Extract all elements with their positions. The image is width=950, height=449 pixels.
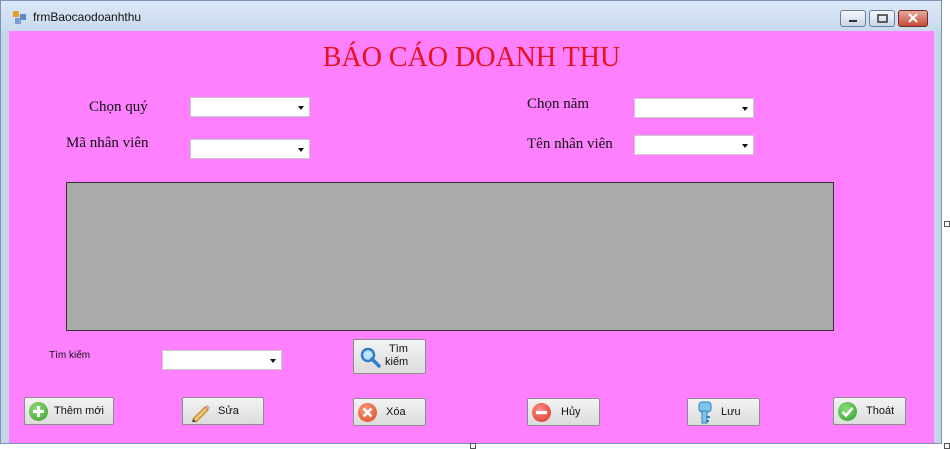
- year-label: Chọn năm: [527, 96, 590, 112]
- minus-icon: [532, 403, 551, 422]
- page-title: BÁO CÁO DOANH THU: [322, 42, 621, 73]
- search-button-label-line1: Tìm: [389, 343, 408, 355]
- employee-id-combobox[interactable]: [190, 139, 310, 159]
- search-combobox[interactable]: [162, 350, 282, 370]
- close-button[interactable]: [898, 10, 928, 27]
- edit-button[interactable]: Sửa: [182, 397, 264, 425]
- delete-button-label: Xóa: [386, 406, 406, 418]
- exit-button[interactable]: Thoát: [833, 397, 906, 425]
- maximize-button[interactable]: [869, 10, 895, 27]
- cancel-button[interactable]: Hủy: [527, 398, 600, 426]
- add-button-label: Thêm mới: [54, 405, 104, 417]
- quarter-combobox[interactable]: [190, 97, 310, 117]
- search-button[interactable]: Tìm kiếm: [353, 339, 426, 374]
- restore-icon: [877, 14, 888, 23]
- chevron-down-icon: [742, 144, 748, 148]
- save-button-label: Lưu: [721, 406, 741, 418]
- resize-handle[interactable]: [944, 221, 950, 227]
- save-button[interactable]: Lưu: [687, 398, 760, 426]
- employee-id-label: Mã nhân viên: [66, 135, 149, 151]
- search-label: Tìm kiếm: [49, 350, 91, 361]
- search-button-label-line2: kiếm: [385, 356, 409, 368]
- chevron-down-icon: [270, 359, 276, 363]
- chevron-down-icon: [298, 148, 304, 152]
- chevron-down-icon: [298, 106, 304, 110]
- revenue-data-grid[interactable]: [66, 182, 834, 331]
- minimize-icon: [849, 20, 857, 22]
- window: frmBaocaodoanhthu BÁO CÁO DOANH THU Chọn…: [0, 0, 942, 444]
- chevron-down-icon: [742, 107, 748, 111]
- delete-button[interactable]: Xóa: [353, 398, 426, 426]
- search-icon: [360, 347, 381, 368]
- year-combobox[interactable]: [634, 98, 754, 118]
- pencil-icon: [192, 405, 210, 423]
- resize-handle[interactable]: [944, 443, 950, 449]
- minimize-button[interactable]: [840, 10, 866, 27]
- exit-button-label: Thoát: [866, 405, 895, 417]
- delete-icon: [358, 403, 377, 422]
- cancel-button-label: Hủy: [561, 406, 581, 418]
- key-icon: [698, 401, 712, 424]
- add-button[interactable]: Thêm mới: [24, 397, 114, 425]
- quarter-label: Chọn quý: [89, 99, 148, 115]
- title-bar[interactable]: frmBaocaodoanhthu: [1, 1, 941, 31]
- plus-icon: [29, 402, 48, 421]
- close-icon: [908, 13, 918, 23]
- resize-handle[interactable]: [470, 443, 476, 449]
- form-body: BÁO CÁO DOANH THU Chọn quý Chọn năm Mã n…: [9, 31, 934, 443]
- employee-name-combobox[interactable]: [634, 135, 754, 155]
- employee-name-label: Tên nhân viên: [527, 136, 613, 152]
- app-icon: [13, 11, 27, 25]
- check-icon: [838, 402, 857, 421]
- window-title: frmBaocaodoanhthu: [33, 10, 142, 24]
- edit-button-label: Sửa: [218, 405, 239, 417]
